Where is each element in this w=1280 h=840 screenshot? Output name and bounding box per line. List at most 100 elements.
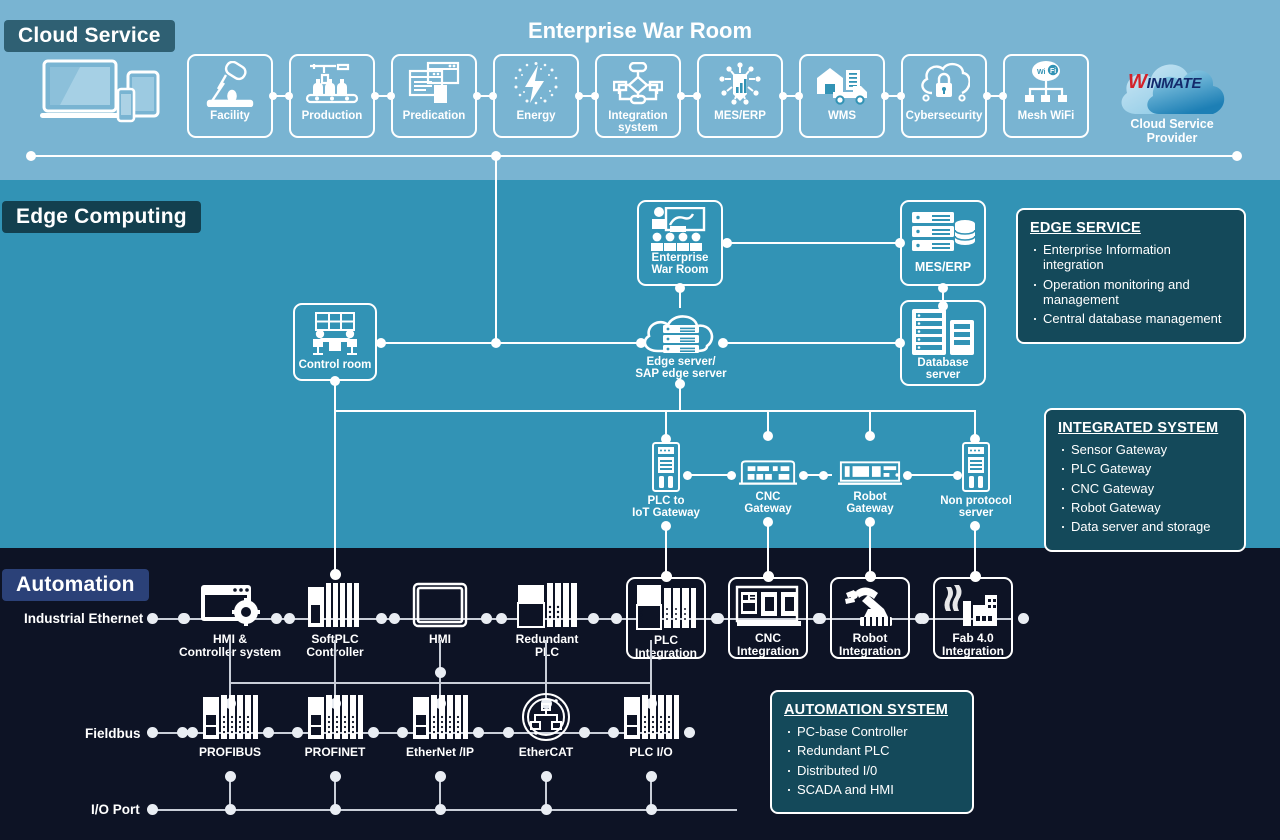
industrial-machine-icon	[204, 58, 256, 110]
section-badge-automation: Automation	[2, 569, 149, 601]
connector-dot	[146, 803, 158, 815]
connector-dot	[329, 770, 341, 782]
cloud-item-facility[interactable]: Facility	[187, 54, 273, 138]
connector-dot	[610, 612, 622, 624]
edge-node-label: Control room	[298, 359, 372, 371]
fieldbus-node-profinet[interactable]: PROFINET	[290, 692, 380, 759]
cloud-item-cybersecurity[interactable]: Cybersecurity	[901, 54, 987, 138]
info-list-item: Data server and storage	[1058, 517, 1232, 535]
edge-node-mes-erp[interactable]: MES/ERP	[900, 200, 986, 286]
connector-dot	[865, 517, 875, 527]
cloud-item-integration-system[interactable]: Integration system	[595, 54, 681, 138]
info-list-item: PC-base Controller	[784, 722, 960, 740]
laptop-and-tablet-icon	[40, 58, 170, 138]
automation-node-hmi[interactable]: HMI	[395, 576, 485, 646]
connector-dot	[726, 470, 736, 480]
cloud-item-label: Mesh WiFi	[1017, 110, 1075, 122]
automation-node-cnc-integration[interactable]: CNC Integration	[728, 577, 808, 659]
cloud-item-label: Energy	[516, 110, 556, 122]
connector-dot	[330, 376, 340, 386]
cloud-service-provider-label: Cloud Service Provider	[1130, 117, 1214, 145]
automation-node-robot-integration[interactable]: Robot Integration	[830, 577, 910, 659]
connector-dot	[779, 92, 787, 100]
connector-line	[380, 342, 642, 344]
connector-dot	[712, 612, 724, 624]
connector-dot	[434, 770, 446, 782]
connector-line	[545, 640, 547, 682]
connector-dot	[607, 726, 619, 738]
circuit-chip-icon	[715, 58, 765, 110]
info-list-item: Distributed I/0	[784, 761, 960, 779]
io-module-icon	[606, 692, 696, 742]
automation-node-label: Robot Integration	[839, 631, 901, 658]
connector-dot	[718, 338, 728, 348]
automation-node-redundant-plc[interactable]: Redundant PLC	[502, 576, 592, 658]
connector-dot	[269, 92, 277, 100]
cloud-item-wms[interactable]: WMS	[799, 54, 885, 138]
connector-dot	[388, 612, 400, 624]
mesh-wifi-icon: Wi Fi	[1020, 58, 1072, 110]
cloud-item-predication[interactable]: Predication	[391, 54, 477, 138]
fieldbus-node-ethernet-ip[interactable]: EtherNet /IP	[395, 692, 485, 759]
info-box-integrated-system: INTEGRATED SYSTEM Sensor Gateway PLC Gat…	[1044, 408, 1246, 552]
info-list-item: PLC Gateway	[1058, 459, 1232, 477]
connector-dot	[895, 338, 905, 348]
rack-gateway-icon	[838, 458, 902, 488]
connector-dot	[472, 726, 484, 738]
connector-dot	[291, 726, 303, 738]
connector-dot	[575, 92, 583, 100]
connector-dot	[952, 470, 962, 480]
connector-dot	[491, 338, 501, 348]
row-label-io-port: I/O Port	[91, 802, 140, 817]
automation-node-label: Fab 4.0 Integration	[942, 631, 1004, 658]
connector-dot	[645, 803, 657, 815]
cloud-to-edge-drop	[495, 156, 497, 346]
connector-dot	[763, 517, 773, 527]
info-box-edge-service: EDGE SERVICE Enterprise Information inte…	[1016, 208, 1246, 344]
connector-dot	[645, 770, 657, 782]
automation-node-plc-integration[interactable]: PLC Integration	[626, 577, 706, 659]
fieldbus-distribution-bus	[230, 682, 652, 684]
cloud-item-label: Predication	[402, 110, 466, 122]
edge-gateway-cnc[interactable]: CNC Gateway	[738, 458, 798, 515]
cloud-item-mesh-wifi[interactable]: Wi Fi Mesh WiFi	[1003, 54, 1089, 138]
plc-rack-icon	[290, 580, 380, 630]
connector-dot	[146, 726, 158, 738]
automation-node-fab-4-0-integration[interactable]: Fab 4.0 Integration	[933, 577, 1013, 659]
info-list-item: SCADA and HMI	[784, 780, 960, 798]
server-database-icon	[910, 211, 976, 255]
connector-dot	[367, 726, 379, 738]
cloud-item-energy[interactable]: Energy	[493, 54, 579, 138]
cnc-machine-icon	[735, 583, 801, 629]
control-room-icon	[304, 311, 366, 357]
fieldbus-node-plc-i-o[interactable]: PLC I/O	[606, 692, 696, 759]
connector-dot	[178, 612, 190, 624]
edge-node-edge-server[interactable]: Edge server/ SAP edge server	[635, 310, 727, 380]
row-label-fieldbus: Fieldbus	[85, 726, 141, 741]
connector-dot	[895, 238, 905, 248]
connector-dot	[902, 470, 912, 480]
fieldbus-node-ethercat[interactable]: EtherCAT	[501, 692, 591, 759]
connector-dot	[540, 770, 552, 782]
edge-node-enterprise-war-room[interactable]: Enterprise War Room	[637, 200, 723, 286]
connector-dot	[502, 726, 514, 738]
fieldbus-node-profibus[interactable]: PROFIBUS	[185, 692, 275, 759]
edge-node-control-room[interactable]: Control room	[293, 303, 377, 381]
edge-node-database-server[interactable]: Database server	[900, 300, 986, 386]
connector-dot	[865, 431, 875, 441]
connector-dot	[176, 726, 188, 738]
diagram-canvas: Enterprise War Room Cloud Service Edge C…	[0, 0, 1280, 840]
edge-gateway-plc-to-iot[interactable]: PLC to IoT Gateway	[632, 442, 700, 519]
cloud-item-production[interactable]: Production	[289, 54, 375, 138]
cloud-item-mes-erp[interactable]: MES/ERP	[697, 54, 783, 138]
redundant-plc-icon	[502, 580, 592, 630]
edge-gateway-robot[interactable]: Robot Gateway	[838, 458, 902, 515]
bus-dot	[1232, 151, 1242, 161]
connector-dot	[636, 338, 646, 348]
connector-dot	[983, 92, 991, 100]
connector-dot	[938, 283, 948, 293]
connector-dot	[146, 612, 158, 624]
info-box-title: EDGE SERVICE	[1030, 220, 1141, 236]
edge-gateway-non-protocol-server[interactable]: Non protocol server	[940, 442, 1012, 519]
info-list-item: Central database management	[1030, 309, 1232, 327]
